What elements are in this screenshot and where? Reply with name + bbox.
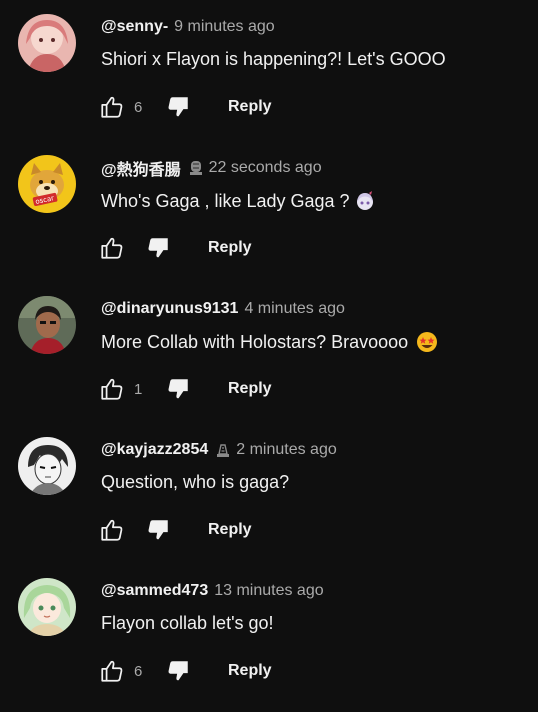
member-badge-icon [189,160,203,176]
comment-actions: 1 Reply [96,373,272,405]
dislike-button[interactable] [142,514,174,546]
thumbs-up-icon [101,237,123,259]
thumbs-down-icon [148,520,168,540]
comment-time[interactable]: 22 seconds ago [209,159,322,177]
like-button[interactable] [96,232,128,264]
comment-text: Question, who is gaga? [101,472,289,493]
like-count: 6 [134,98,143,116]
thumbs-down-icon [168,661,188,681]
comment-text: Flayon collab let's go! [101,613,274,634]
thumbs-up-icon [101,660,123,682]
reply-button[interactable]: Reply [208,521,252,539]
comment-text: Who's Gaga , like Lady Gaga ? [101,190,376,212]
thumbs-up-icon [101,96,123,118]
like-button[interactable] [96,373,128,405]
thumbs-up-icon [101,519,123,541]
dislike-button[interactable] [162,655,194,687]
comment-item: @senny- 9 minutes ago Shiori x Flayon is… [0,0,538,141]
dislike-button[interactable] [162,373,194,405]
reply-button[interactable]: Reply [228,662,272,680]
comment-actions: Reply [96,232,252,264]
comment-header: @熱狗香腸 22 seconds ago [101,157,322,179]
thumbs-down-icon [168,379,188,399]
like-button[interactable] [96,655,128,687]
author-name[interactable]: @sammed473 [101,582,208,600]
comment-time[interactable]: 13 minutes ago [214,582,323,600]
author-name[interactable]: @senny- [101,18,168,36]
like-count: 6 [134,662,143,680]
comment-text: Shiori x Flayon is happening?! Let's GOO… [101,49,446,70]
comment-header: @kayjazz2854 2 minutes ago [101,439,337,461]
thumbs-up-icon [101,378,123,400]
star-struck-emoji-icon [416,331,438,353]
comment-actions: 6 Reply [96,91,272,123]
like-button[interactable] [96,91,128,123]
dislike-button[interactable] [142,232,174,264]
comment-time[interactable]: 9 minutes ago [174,18,275,36]
comment-header: @dinaryunus9131 4 minutes ago [101,298,345,320]
anime-girl-emote-icon [354,190,376,212]
like-button[interactable] [96,514,128,546]
avatar-pink-anime-icon[interactable] [18,14,76,72]
comment-actions: 6 Reply [96,655,272,687]
comment-text-content: Shiori x Flayon is happening?! Let's GOO… [101,49,446,69]
thumbs-down-icon [148,238,168,258]
comment-text-content: Flayon collab let's go! [101,613,274,633]
avatar-green-anime-icon[interactable] [18,578,76,636]
like-count: 1 [134,380,143,398]
author-name[interactable]: @dinaryunus9131 [101,300,238,318]
avatar-photo-icon[interactable] [18,296,76,354]
comment-item: @sammed473 13 minutes ago Flayon collab … [0,564,538,705]
comment-text: More Collab with Holostars? Bravoooo [101,331,438,353]
dislike-button[interactable] [162,91,194,123]
avatar-doge-icon[interactable]: oscar [18,155,76,213]
comment-text-content: Who's Gaga , like Lady Gaga ? [101,190,350,211]
comment-text-content: Question, who is gaga? [101,472,290,492]
thumbs-down-icon [168,97,188,117]
comment-actions: Reply [96,514,252,546]
avatar-manga-icon[interactable] [18,437,76,495]
comment-text-content: More Collab with Holostars? Bravoooo [101,331,409,352]
comment-time[interactable]: 4 minutes ago [244,300,345,318]
comment-item: @kayjazz2854 2 minutes ago Question, who… [0,423,538,564]
author-name[interactable]: @熱狗香腸 [101,156,181,180]
comment-item: @dinaryunus9131 4 minutes ago More Colla… [0,282,538,423]
reply-button[interactable]: Reply [208,239,252,257]
comment-item: oscar @熱狗香腸 22 seconds ago Who's Gaga , … [0,141,538,282]
comment-header: @senny- 9 minutes ago [101,16,275,38]
comment-header: @sammed473 13 minutes ago [101,580,324,602]
author-name[interactable]: @kayjazz2854 [101,441,208,459]
comment-time[interactable]: 2 minutes ago [236,441,337,459]
reply-button[interactable]: Reply [228,380,272,398]
reply-button[interactable]: Reply [228,98,272,116]
member-badge-icon [216,442,230,458]
